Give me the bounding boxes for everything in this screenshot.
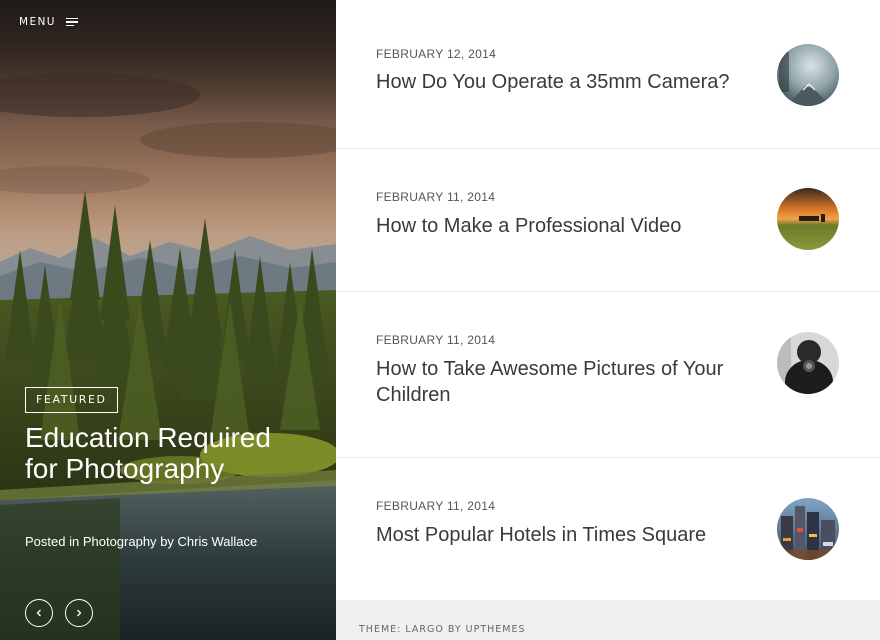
post-thumbnail[interactable]: [777, 188, 839, 250]
featured-post-title[interactable]: Education Required for Photography: [25, 422, 285, 484]
post-item[interactable]: FEBRUARY 11, 2014 Most Popular Hotels in…: [336, 458, 880, 600]
post-title[interactable]: How Do You Operate a 35mm Camera?: [376, 69, 746, 95]
footer-credit[interactable]: THEME: LARGO BY UPTHEMES: [359, 624, 526, 635]
post-thumbnail[interactable]: [777, 44, 839, 106]
hamburger-icon: [65, 17, 78, 27]
site-footer: THEME: LARGO BY UPTHEMES: [336, 600, 880, 640]
meta-prefix: Posted in: [25, 534, 80, 549]
menu-toggle[interactable]: MENU: [19, 16, 78, 28]
featured-hero[interactable]: MENU FEATURED Education Required for Pho…: [0, 0, 336, 640]
post-item[interactable]: FEBRUARY 11, 2014 How to Take Awesome Pi…: [336, 292, 880, 458]
featured-badge: FEATURED: [25, 387, 118, 413]
post-title[interactable]: How to Take Awesome Pictures of Your Chi…: [376, 356, 746, 408]
post-title[interactable]: How to Make a Professional Video: [376, 213, 746, 239]
chevron-left-icon: [36, 609, 41, 617]
post-thumbnail[interactable]: [777, 332, 839, 394]
previous-slide-button[interactable]: [25, 599, 53, 627]
meta-by: by: [160, 534, 174, 549]
category-link[interactable]: Photography: [83, 534, 157, 549]
post-item[interactable]: FEBRUARY 11, 2014 How to Make a Professi…: [336, 149, 880, 292]
post-date: FEBRUARY 11, 2014: [376, 333, 496, 347]
featured-post-meta: Posted in Photography by Chris Wallace: [25, 530, 265, 554]
post-item[interactable]: FEBRUARY 12, 2014 How Do You Operate a 3…: [336, 0, 880, 149]
post-date: FEBRUARY 11, 2014: [376, 190, 496, 204]
post-date: FEBRUARY 11, 2014: [376, 499, 496, 513]
post-date: FEBRUARY 12, 2014: [376, 47, 497, 61]
post-thumbnail[interactable]: [777, 498, 839, 560]
author-link[interactable]: Chris Wallace: [178, 534, 258, 549]
next-slide-button[interactable]: [65, 599, 93, 627]
post-list: FEBRUARY 12, 2014 How Do You Operate a 3…: [336, 0, 880, 600]
menu-label: MENU: [19, 16, 56, 28]
chevron-right-icon: [77, 609, 82, 617]
post-title[interactable]: Most Popular Hotels in Times Square: [376, 522, 746, 548]
